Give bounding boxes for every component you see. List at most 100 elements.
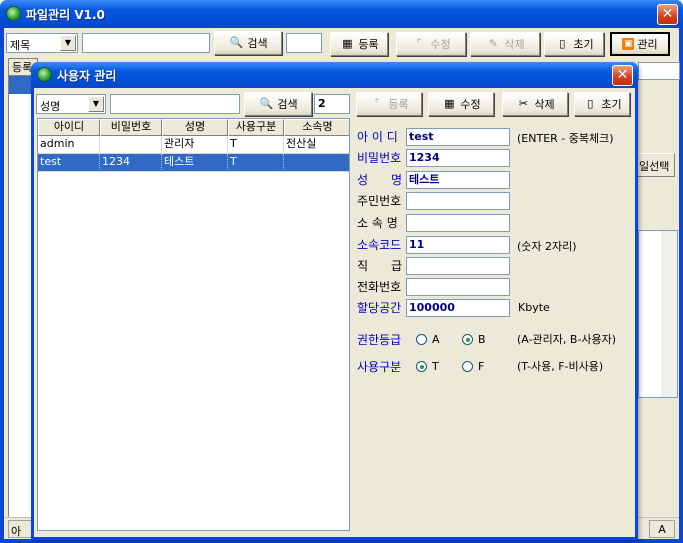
main-edit-label: 수정 <box>430 38 451 51</box>
grade-label: 권한등급 <box>357 333 402 347</box>
dialog-count-field[interactable]: 2 <box>314 94 350 114</box>
dialog-search-button-label: 검색 <box>277 98 298 111</box>
dialog-reset-button[interactable]: ▯ 초기 <box>574 92 630 116</box>
user-management-dialog: 사용자 관리 ✕ 성명 ▼ 🔍 검색 2 ⌜ 등록 ▦ 수정 ✂ 삭제 ▯ 초기 <box>31 62 638 540</box>
cell-dept <box>284 154 349 172</box>
name-label-1: 성 <box>357 173 369 187</box>
search-icon: 🔍 <box>259 97 274 110</box>
column-header-id[interactable]: 아이디 <box>38 119 100 136</box>
grade-hint: (A-관리자, B-사용자) <box>517 333 617 346</box>
main-count-field[interactable] <box>286 33 322 53</box>
quota-unit: Kbyte <box>518 301 550 314</box>
phone-label: 전화번호 <box>357 280 402 294</box>
name-label-2: 명 <box>391 173 403 187</box>
position-label-2: 급 <box>391 259 403 273</box>
dialog-title: 사용자 관리 <box>57 69 117 83</box>
password-label: 비밀번호 <box>357 151 402 165</box>
edit-icon: ⌜ <box>416 37 422 50</box>
grade-a-label: A <box>432 333 440 346</box>
status-right: A <box>649 520 675 538</box>
cell-id: test <box>38 154 100 172</box>
page-icon: ▯ <box>587 97 594 110</box>
radio-selected[interactable] <box>416 361 427 372</box>
main-reset-button[interactable]: ▯ 초기 <box>544 32 604 56</box>
dialog-register-button[interactable]: ⌜ 등록 <box>356 92 422 116</box>
main-search-button[interactable]: 🔍 검색 <box>214 31 282 55</box>
grade-radio-b[interactable]: B <box>462 333 486 346</box>
table-row-selected[interactable]: test 1234 테스트 T <box>38 154 349 172</box>
password-input[interactable]: 1234 <box>406 149 510 167</box>
main-search-input[interactable] <box>82 33 210 53</box>
delete-user-icon: ✂ <box>518 97 528 110</box>
status-left: 아이 <box>8 520 32 543</box>
radio-selected[interactable] <box>462 334 473 345</box>
main-titlebar[interactable]: 파일관리 V1.0 ✕ <box>0 0 683 28</box>
dialog-register-label: 등록 <box>388 98 409 111</box>
chevron-down-icon[interactable]: ▼ <box>60 35 76 51</box>
main-edit-button[interactable]: ⌜ 수정 <box>396 32 466 56</box>
dialog-titlebar[interactable]: 사용자 관리 ✕ <box>31 62 638 88</box>
dept-input[interactable] <box>406 214 510 232</box>
main-admin-label: 관리 <box>637 38 658 51</box>
column-header-usage[interactable]: 사용구분 <box>228 119 284 136</box>
delete-icon: ✎ <box>488 37 498 50</box>
cell-name: 테스트 <box>162 154 228 172</box>
grade-radio-a[interactable]: A <box>416 333 440 346</box>
main-close-button[interactable]: ✕ <box>657 4 678 25</box>
usage-radio-t[interactable]: T <box>416 360 439 373</box>
grade-b-label: B <box>478 333 486 346</box>
main-right-edit[interactable] <box>638 62 680 80</box>
admin-icon: ▣ <box>622 38 635 50</box>
cell-name: 관리자 <box>162 136 228 154</box>
scrollbar[interactable] <box>661 231 677 397</box>
main-window-title: 파일관리 V1.0 <box>26 8 105 22</box>
chevron-down-icon[interactable]: ▼ <box>88 96 104 112</box>
position-input[interactable] <box>406 257 510 275</box>
dialog-delete-label: 삭제 <box>534 98 555 111</box>
main-register-button[interactable]: ▦ 등록 <box>330 32 388 56</box>
radio-unselected[interactable] <box>416 334 427 345</box>
main-delete-button[interactable]: ✎ 삭제 <box>470 32 540 56</box>
dialog-close-button[interactable]: ✕ <box>612 65 633 86</box>
phone-input[interactable] <box>406 278 510 296</box>
usage-radio-f[interactable]: F <box>462 360 484 373</box>
cell-dept: 전산실 <box>284 136 349 154</box>
main-delete-label: 삭제 <box>504 38 525 51</box>
main-memo[interactable] <box>638 230 678 398</box>
dept-code-hint: (숫자 2자리) <box>517 240 577 253</box>
main-search-field-combo[interactable]: 제목 ▼ <box>6 33 78 53</box>
user-list[interactable]: 아이디 비밀번호 성명 사용구분 소속명 admin 관리자 T 전산실 tes… <box>37 118 350 531</box>
register-icon: ⌜ <box>374 97 380 110</box>
main-select-button[interactable]: 일선택 <box>635 153 675 177</box>
dept-code-input[interactable]: 11 <box>406 236 510 254</box>
column-header-name[interactable]: 성명 <box>162 119 228 136</box>
cell-password: 1234 <box>100 154 162 172</box>
rrn-input[interactable] <box>406 192 510 210</box>
usage-hint: (T-사용, F-비사용) <box>517 360 604 373</box>
quota-label: 할당공간 <box>357 301 402 315</box>
dialog-search-input[interactable] <box>110 94 240 114</box>
app-icon <box>6 6 21 21</box>
dept-code-label: 소속코드 <box>357 238 402 252</box>
dialog-client-area: 성명 ▼ 🔍 검색 2 ⌜ 등록 ▦ 수정 ✂ 삭제 ▯ 초기 아이디 비밀번호… <box>34 88 635 537</box>
id-label: 아 이 디 <box>357 130 398 144</box>
dialog-icon <box>37 67 52 82</box>
dialog-delete-button[interactable]: ✂ 삭제 <box>502 92 568 116</box>
name-input[interactable]: 테스트 <box>406 171 510 189</box>
column-header-dept[interactable]: 소속명 <box>284 119 349 136</box>
dept-label: 소 속 명 <box>357 216 398 230</box>
usage-t-label: T <box>432 360 439 373</box>
usage-label: 사용구분 <box>357 360 402 374</box>
dialog-search-field-combo[interactable]: 성명 ▼ <box>36 94 106 114</box>
radio-unselected[interactable] <box>462 361 473 372</box>
main-admin-button[interactable]: ▣ 관리 <box>610 32 670 56</box>
quota-input[interactable]: 100000 <box>406 299 510 317</box>
column-header-password[interactable]: 비밀번호 <box>100 119 162 136</box>
page-icon: ▯ <box>559 37 566 50</box>
main-reset-label: 초기 <box>573 38 594 51</box>
dialog-edit-button[interactable]: ▦ 수정 <box>428 92 494 116</box>
search-icon: 🔍 <box>229 36 244 49</box>
dialog-search-button[interactable]: 🔍 검색 <box>244 92 312 116</box>
table-row[interactable]: admin 관리자 T 전산실 <box>38 136 349 154</box>
id-input[interactable]: test <box>406 128 510 146</box>
